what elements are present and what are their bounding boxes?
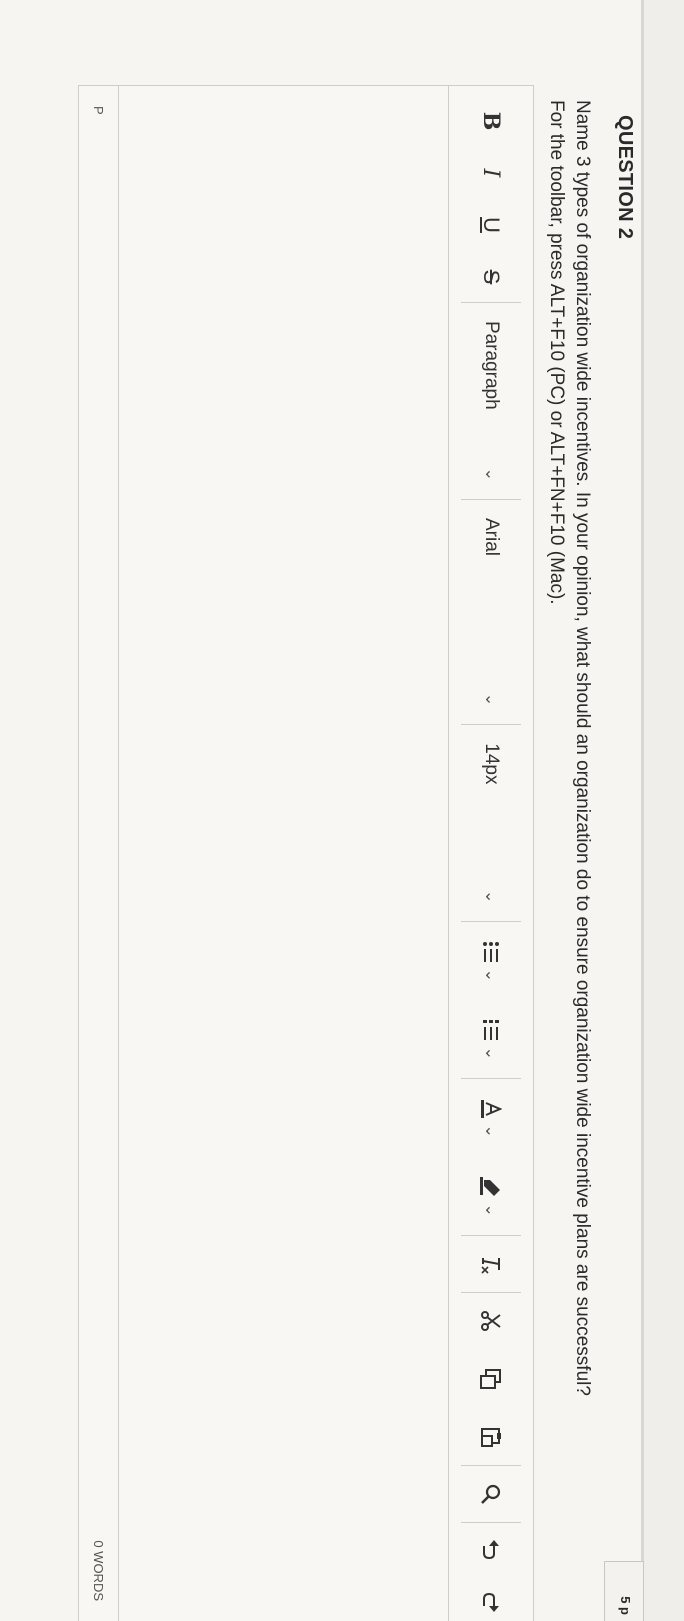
font-family-value: Arial (481, 517, 502, 556)
find-group (449, 1474, 533, 1514)
element-path: P (91, 106, 106, 115)
clear-format-button[interactable] (471, 1244, 511, 1284)
font-size-value: 14px (481, 743, 502, 785)
toolbar-separator (461, 499, 521, 500)
highlight-button[interactable]: ⌄ (471, 1165, 511, 1227)
toolbar-separator (461, 1078, 521, 1080)
numbered-list-button[interactable]: ⌄ (471, 1008, 511, 1070)
undo-button[interactable] (471, 1531, 511, 1567)
italic-button[interactable]: I (471, 156, 511, 190)
chevron-down-icon: ⌄ (482, 1124, 499, 1138)
copy-icon (480, 1369, 501, 1390)
editor-toolbar: B I U S Paragraph ⌄ Arial ⌄ 14px ⌄ ⌄ ⌄ ⌄… (448, 86, 533, 1621)
cut-button[interactable] (471, 1301, 511, 1341)
page-stage: QUESTION 2 5 p Name 3 types of organizat… (0, 0, 684, 1621)
toolbar-separator (461, 921, 521, 923)
bold-button[interactable]: B (471, 104, 511, 138)
font-size-select[interactable]: 14px ⌄ (471, 733, 511, 913)
paste-icon (481, 1428, 501, 1448)
top-strip (644, 0, 684, 1621)
redo-icon (483, 1592, 499, 1612)
editor-text-area[interactable] (79, 86, 449, 1621)
block-format-value: Paragraph (481, 320, 502, 410)
rich-text-editor[interactable]: B I U S Paragraph ⌄ Arial ⌄ 14px ⌄ ⌄ ⌄ ⌄… (78, 85, 534, 1621)
block-format-select[interactable]: Paragraph ⌄ (471, 311, 511, 491)
copy-button[interactable] (471, 1359, 511, 1399)
underline-button[interactable]: U (471, 208, 511, 242)
paste-button[interactable] (471, 1417, 511, 1457)
toolbar-separator (461, 1465, 521, 1467)
chevron-down-icon: ⌄ (482, 968, 499, 982)
question-text: Name 3 types of organization wide incent… (572, 100, 593, 1396)
find-icon (481, 1484, 501, 1504)
editor-status-bar: P 0 WORDS (79, 86, 119, 1621)
text-color-icon (481, 1099, 502, 1118)
toolbar-separator (461, 302, 521, 303)
bullet-list-icon (483, 941, 499, 962)
clipboard-group (449, 1301, 533, 1457)
points-badge: 5 p (604, 1561, 644, 1621)
toolbar-separator (461, 1235, 521, 1237)
text-color-button[interactable]: ⌄ (471, 1087, 511, 1149)
clear-group (449, 1244, 533, 1284)
strikethrough-button[interactable]: S (471, 260, 511, 294)
toolbar-separator (461, 1522, 521, 1523)
question-title: QUESTION 2 (614, 115, 636, 240)
chevron-down-icon: ⌄ (482, 692, 499, 707)
chevron-down-icon: ⌄ (482, 467, 499, 482)
numbered-list-icon (483, 1019, 499, 1040)
chevron-down-icon: ⌄ (482, 889, 499, 904)
toolbar-help-text: For the toolbar, press ALT+F10 (PC) or A… (546, 100, 567, 605)
highlight-icon (480, 1176, 500, 1196)
word-count: 0 WORDS (91, 1540, 106, 1601)
bullet-list-button[interactable]: ⌄ (471, 930, 511, 992)
color-group: ⌄ ⌄ (449, 1087, 533, 1227)
toolbar-separator (461, 1292, 521, 1294)
undo-icon (483, 1539, 499, 1559)
chevron-down-icon: ⌄ (482, 1203, 499, 1217)
font-family-select[interactable]: Arial ⌄ (471, 508, 511, 716)
redo-button[interactable] (471, 1585, 511, 1621)
format-group: B I U S (449, 86, 533, 294)
history-group (449, 1531, 533, 1621)
cut-icon (481, 1311, 501, 1332)
list-group: ⌄ ⌄ (449, 930, 533, 1070)
clear-format-icon (481, 1258, 500, 1274)
divider (641, 0, 644, 1621)
find-button[interactable] (471, 1474, 511, 1514)
chevron-down-icon: ⌄ (482, 1046, 499, 1060)
toolbar-separator (461, 724, 521, 726)
